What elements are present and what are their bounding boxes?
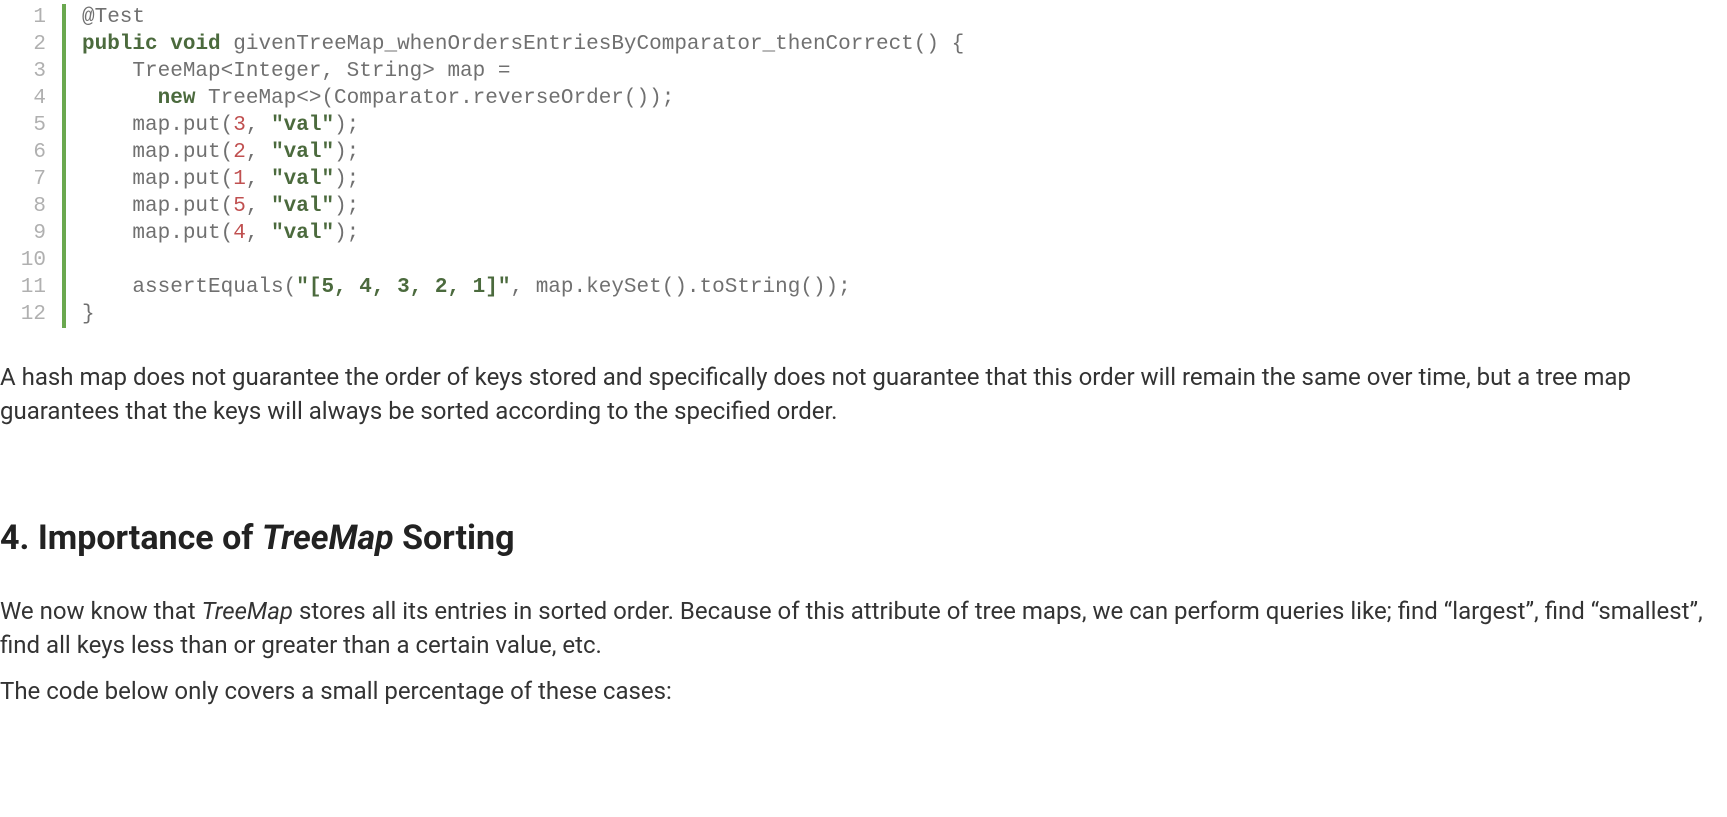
code-line: } [82, 301, 1727, 328]
article-fragment: 123456789101112 @Testpublic void givenTr… [0, 0, 1727, 718]
line-number-gutter: 123456789101112 [0, 4, 62, 328]
line-number: 5 [0, 112, 46, 139]
code-line: new TreeMap<>(Comparator.reverseOrder())… [82, 85, 1727, 112]
paragraph-treemap-queries: We now know that TreeMap stores all its … [0, 594, 1727, 662]
section-heading: 4. Importance of TreeMap Sorting [0, 518, 1727, 558]
code-line: TreeMap<Integer, String> map = [82, 58, 1727, 85]
line-number: 11 [0, 274, 46, 301]
line-number: 6 [0, 139, 46, 166]
paragraph-hashmap-vs-treemap: A hash map does not guarantee the order … [0, 360, 1727, 428]
line-number: 2 [0, 31, 46, 58]
line-number: 12 [0, 301, 46, 328]
heading-italic: TreeMap [262, 518, 394, 558]
p2-before: We now know that [0, 597, 202, 625]
code-line: map.put(4, "val"); [82, 220, 1727, 247]
line-number: 3 [0, 58, 46, 85]
line-number: 8 [0, 193, 46, 220]
line-number: 4 [0, 85, 46, 112]
line-number: 7 [0, 166, 46, 193]
code-line [82, 247, 1727, 274]
code-line: map.put(2, "val"); [82, 139, 1727, 166]
heading-prefix: 4. Importance of [0, 518, 262, 558]
line-number: 10 [0, 247, 46, 274]
line-number: 9 [0, 220, 46, 247]
code-block: 123456789101112 @Testpublic void givenTr… [0, 0, 1727, 332]
code-content: @Testpublic void givenTreeMap_whenOrders… [82, 4, 1727, 328]
code-line: map.put(5, "val"); [82, 193, 1727, 220]
code-line: map.put(1, "val"); [82, 166, 1727, 193]
p2-italic: TreeMap [202, 597, 293, 625]
code-line: map.put(3, "val"); [82, 112, 1727, 139]
code-left-border [62, 4, 66, 328]
paragraph-code-intro: The code below only covers a small perce… [0, 674, 1727, 708]
code-line: @Test [82, 4, 1727, 31]
code-line: public void givenTreeMap_whenOrdersEntri… [82, 31, 1727, 58]
line-number: 1 [0, 4, 46, 31]
heading-suffix: Sorting [394, 518, 515, 558]
code-line: assertEquals("[5, 4, 3, 2, 1]", map.keyS… [82, 274, 1727, 301]
